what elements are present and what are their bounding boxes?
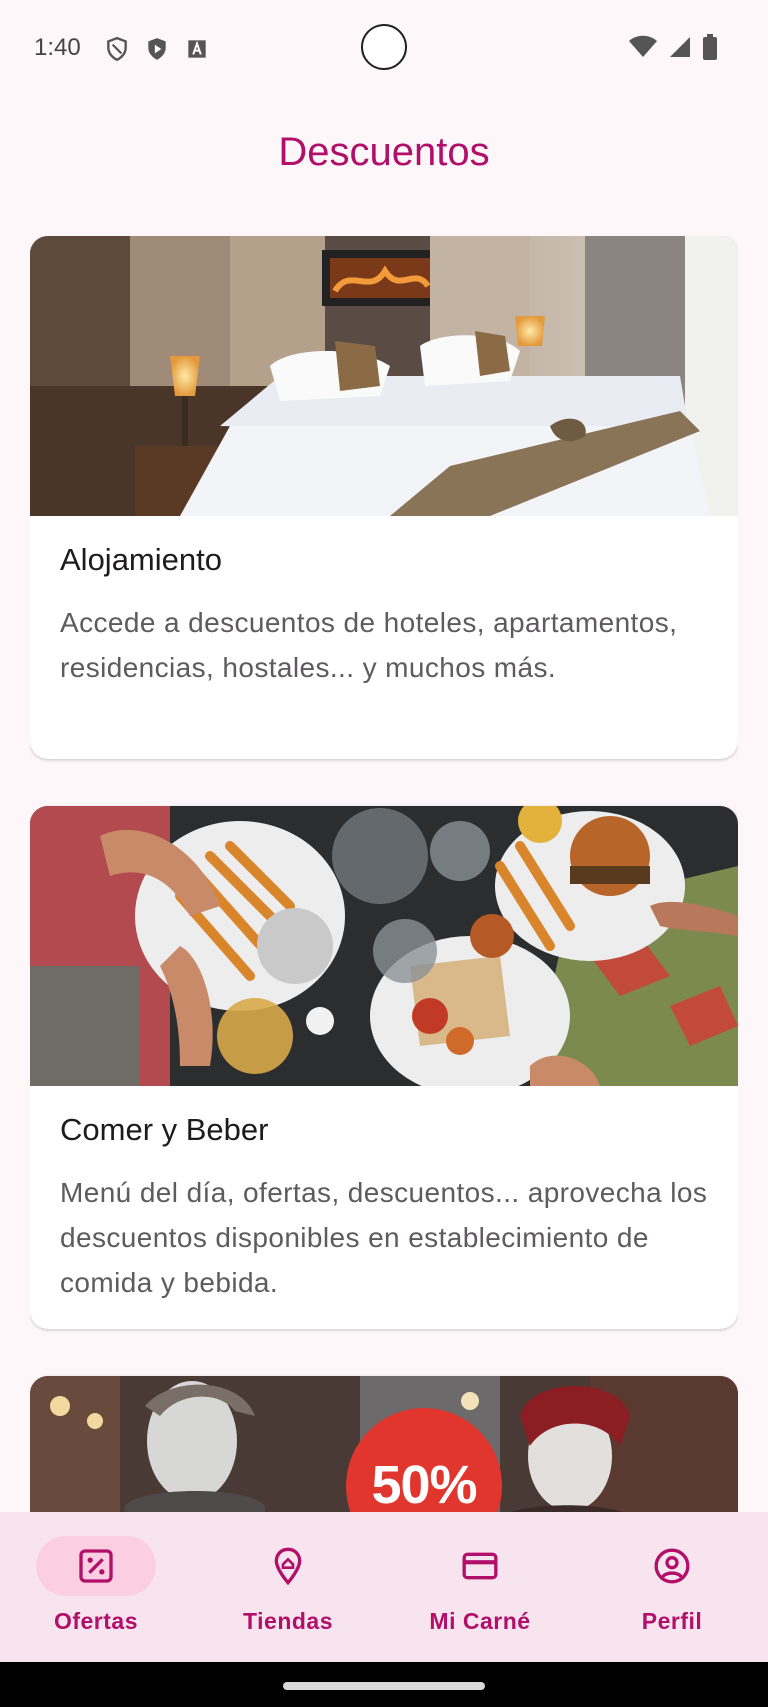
camera-cutout [361, 24, 407, 70]
wifi-icon [628, 35, 658, 64]
page-title: Descuentos [278, 130, 490, 174]
nav-label: Perfil [641, 1608, 703, 1634]
bottom-navigation: Ofertas Tiendas Mi Carné Perfil [0, 1512, 768, 1662]
card-description: Menú del día, ofertas, descuentos... apr… [60, 1177, 708, 1298]
category-card-comer-y-beber[interactable]: Comer y Beber Menú del día, ofertas, des… [30, 806, 738, 1329]
profile-icon [654, 1548, 690, 1584]
nav-item-ofertas[interactable]: Ofertas [0, 1512, 192, 1662]
category-card-alojamiento[interactable]: Alojamiento Accede a descuentos de hotel… [30, 236, 738, 759]
card-title: Alojamiento [60, 542, 222, 577]
nav-active-indicator [36, 1536, 156, 1596]
restaurant-table-image [30, 806, 738, 1086]
nav-icon-wrapper [420, 1536, 540, 1596]
status-system-icons [628, 34, 718, 65]
gesture-handle[interactable] [283, 1682, 485, 1690]
nav-icon-wrapper [612, 1536, 732, 1596]
card-icon [462, 1552, 498, 1580]
sale-badge-text: 50% [371, 1455, 477, 1512]
hotel-room-image [30, 236, 738, 516]
signal-icon [668, 35, 692, 64]
status-time: 1:40 [34, 34, 81, 61]
nav-label: Ofertas [53, 1608, 139, 1634]
nav-label: Mi Carné [429, 1608, 531, 1634]
categories-list[interactable]: Alojamiento Accede a descuentos de hotel… [30, 236, 738, 1512]
font-icon [184, 36, 210, 62]
nav-item-mi-carne[interactable]: Mi Carné [384, 1512, 576, 1662]
card-title: Comer y Beber [60, 1112, 269, 1147]
nav-item-tiendas[interactable]: Tiendas [192, 1512, 384, 1662]
location-pin-icon [274, 1547, 302, 1586]
status-notification-icons [104, 36, 210, 62]
discount-icon [79, 1549, 113, 1583]
nav-item-perfil[interactable]: Perfil [576, 1512, 768, 1662]
card-description: Accede a descuentos de hoteles, apartame… [60, 607, 678, 683]
status-bar: 1:40 [0, 0, 768, 96]
play-protect-icon [144, 36, 170, 62]
fashion-store-image: 50% [30, 1376, 738, 1512]
shield-icon [104, 36, 130, 62]
battery-icon [702, 34, 718, 65]
nav-label: Tiendas [243, 1608, 333, 1634]
category-card-moda[interactable]: 50% [30, 1376, 738, 1512]
nav-icon-wrapper [228, 1536, 348, 1596]
